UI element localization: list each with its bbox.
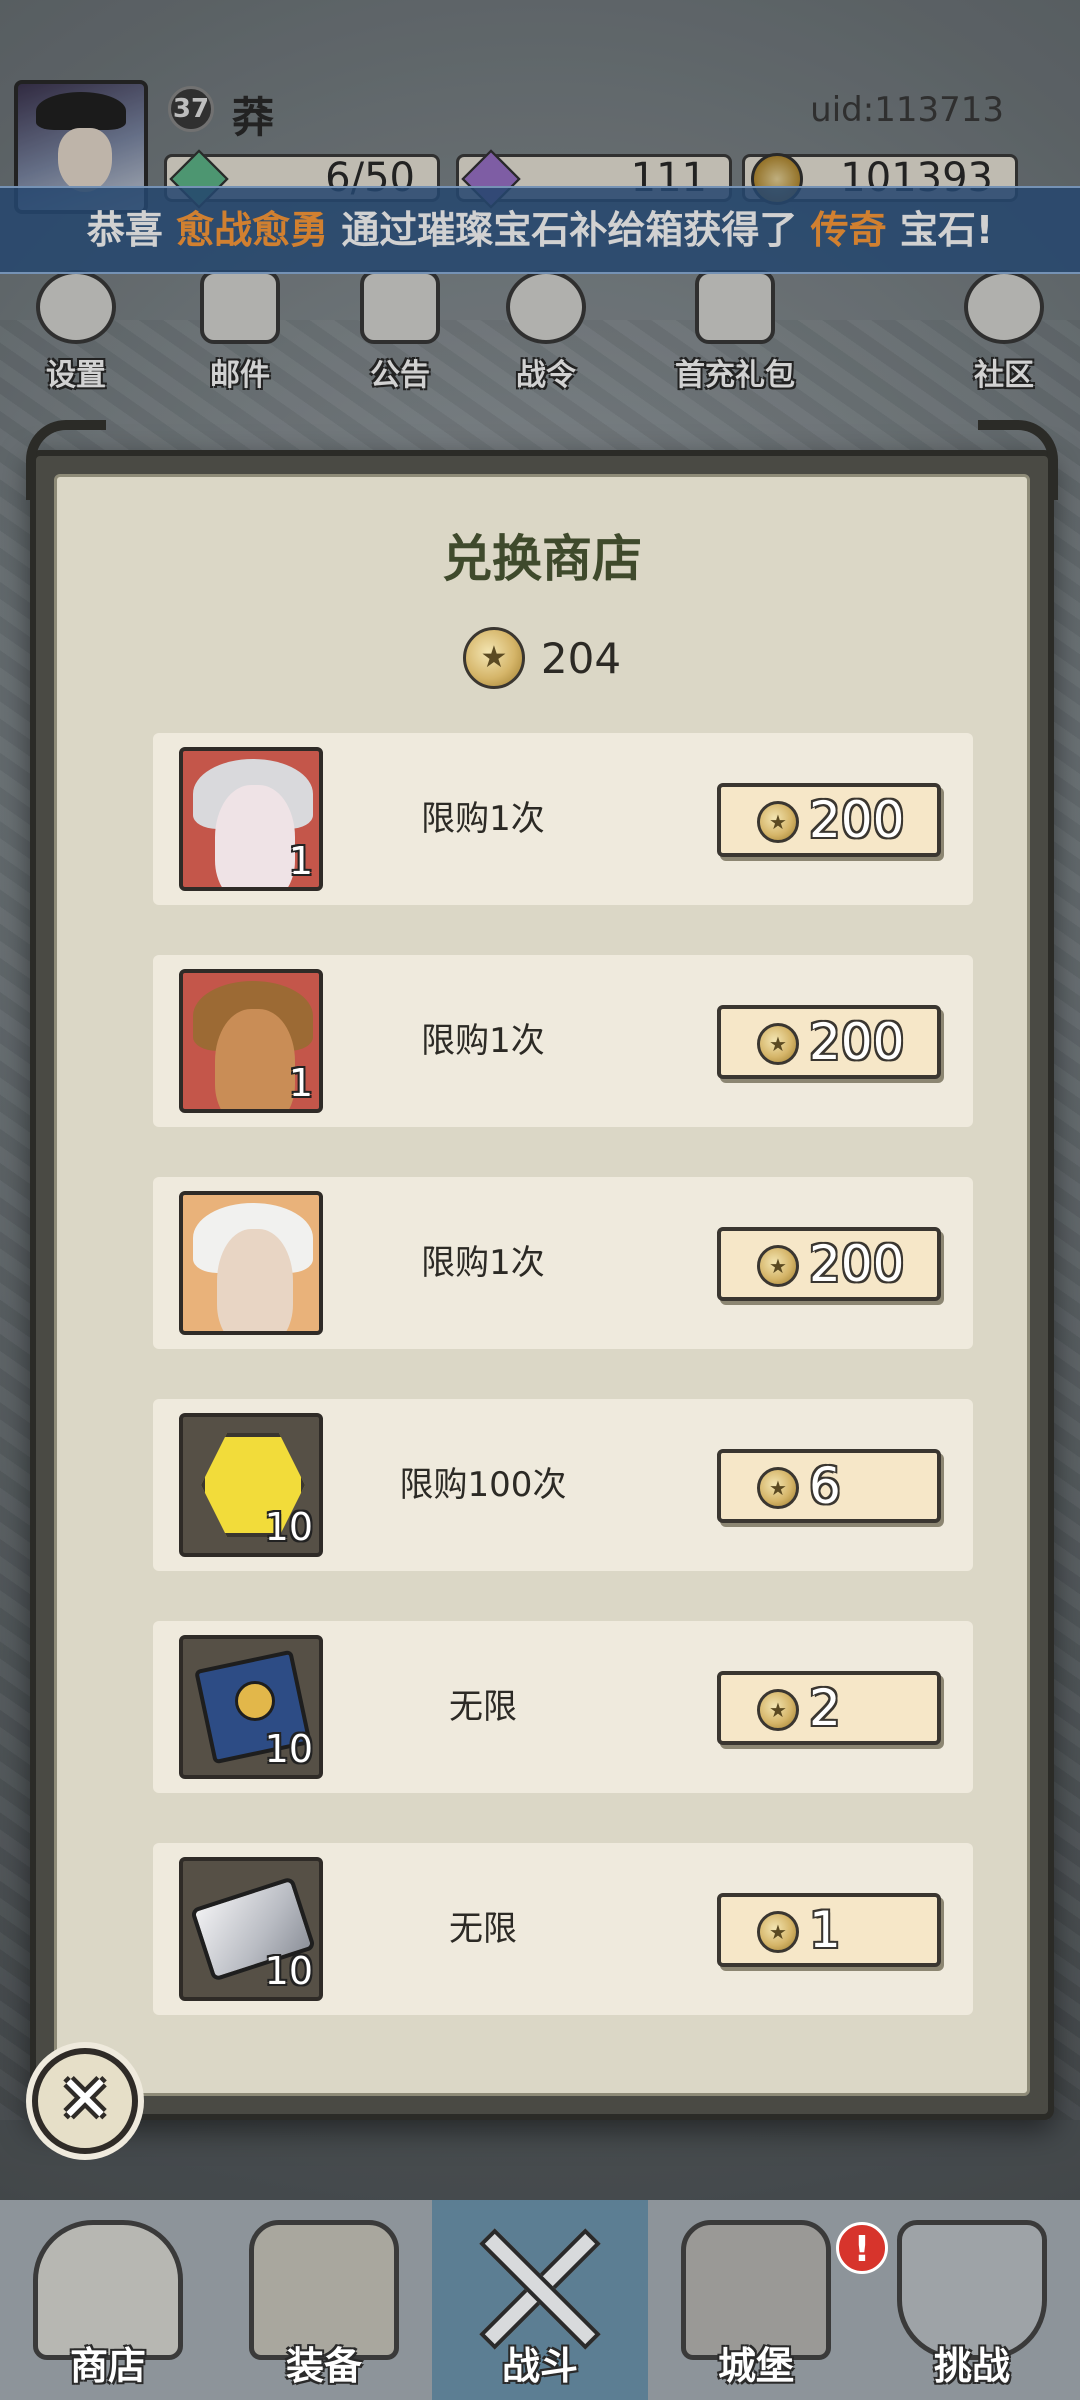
close-icon: ✕ [58, 2063, 112, 2137]
shop-item: 限购1次 200 [153, 1177, 973, 1349]
bottom-navigation: 商店 装备 战斗 城堡 挑战 [0, 2200, 1080, 2400]
purchase-limit: 无限 [449, 1687, 517, 1727]
buy-button[interactable]: 6 [717, 1449, 941, 1523]
hero-face [217, 1229, 293, 1331]
buy-button[interactable]: 200 [717, 1227, 941, 1301]
close-button[interactable]: ✕ [32, 2048, 138, 2154]
exchange-coin-icon [462, 627, 525, 689]
purchase-limit: 限购1次 [421, 1243, 545, 1283]
buy-button[interactable]: 200 [717, 783, 941, 857]
shop-item-list: 1 限购1次 200 1 限购1次 200 [153, 733, 973, 2065]
item-quantity: 10 [264, 1727, 313, 1771]
coin-icon [757, 1023, 799, 1065]
nav-castle-label: 城堡 [717, 2344, 794, 2388]
nav-shop-label: 商店 [69, 2344, 146, 2388]
book-emblem [235, 1681, 275, 1721]
modal-panel: 兑换商店 204 1 限购1次 200 [54, 474, 1030, 2096]
coin-icon [757, 801, 799, 843]
nav-challenge[interactable]: 挑战 [864, 2200, 1080, 2400]
gold-gem-icon[interactable]: 10 [179, 1413, 323, 1557]
buy-button[interactable]: 200 [717, 1005, 941, 1079]
coin-balance: 204 [57, 623, 1027, 693]
shop-item: 10 无限 2 [153, 1621, 973, 1793]
hero-portrait-icon[interactable]: 1 [179, 969, 323, 1113]
buy-button[interactable]: 2 [717, 1671, 941, 1745]
price-value: 1 [809, 1901, 841, 1959]
shop-item: 1 限购1次 200 [153, 955, 973, 1127]
purchase-limit: 无限 [449, 1909, 517, 1949]
price-value: 6 [809, 1457, 841, 1515]
hero-face [215, 785, 295, 887]
nav-castle[interactable]: 城堡 [648, 2200, 864, 2400]
nav-shop[interactable]: 商店 [0, 2200, 216, 2400]
price-value: 2 [809, 1679, 841, 1737]
price-value: 200 [809, 791, 905, 849]
shop-item: 10 无限 1 [153, 1843, 973, 2015]
item-quantity: 10 [264, 1949, 313, 1993]
coin-icon [757, 1689, 799, 1731]
nav-equipment[interactable]: 装备 [216, 2200, 432, 2400]
purchase-limit: 限购1次 [421, 1021, 545, 1061]
item-quantity: 10 [264, 1505, 313, 1549]
nav-battle[interactable]: 战斗 [432, 2200, 648, 2400]
exchange-shop-modal: 兑换商店 204 1 限购1次 200 [26, 420, 1058, 2120]
nav-equipment-label: 装备 [285, 2344, 362, 2388]
hero-face [215, 1009, 295, 1109]
item-quantity: 1 [288, 839, 313, 883]
coin-icon [757, 1467, 799, 1509]
item-quantity: 1 [288, 1061, 313, 1105]
hero-portrait-icon[interactable] [179, 1191, 323, 1335]
shop-item: 1 限购1次 200 [153, 733, 973, 905]
modal-title: 兑换商店 [442, 529, 642, 588]
price-value: 200 [809, 1013, 905, 1071]
silver-ingot-icon[interactable]: 10 [179, 1857, 323, 2001]
coin-icon [757, 1245, 799, 1287]
coin-icon [757, 1911, 799, 1953]
buy-button[interactable]: 1 [717, 1893, 941, 1967]
nav-battle-label: 战斗 [501, 2344, 578, 2388]
balance-value: 204 [540, 633, 622, 683]
purchase-limit: 限购100次 [399, 1465, 567, 1505]
purchase-limit: 限购1次 [421, 799, 545, 839]
hero-portrait-icon[interactable]: 1 [179, 747, 323, 891]
shop-item: 10 限购100次 6 [153, 1399, 973, 1571]
price-value: 200 [809, 1235, 905, 1293]
castle-alert-badge: ! [836, 2222, 888, 2274]
skill-book-icon[interactable]: 10 [179, 1635, 323, 1779]
nav-challenge-label: 挑战 [933, 2344, 1010, 2388]
